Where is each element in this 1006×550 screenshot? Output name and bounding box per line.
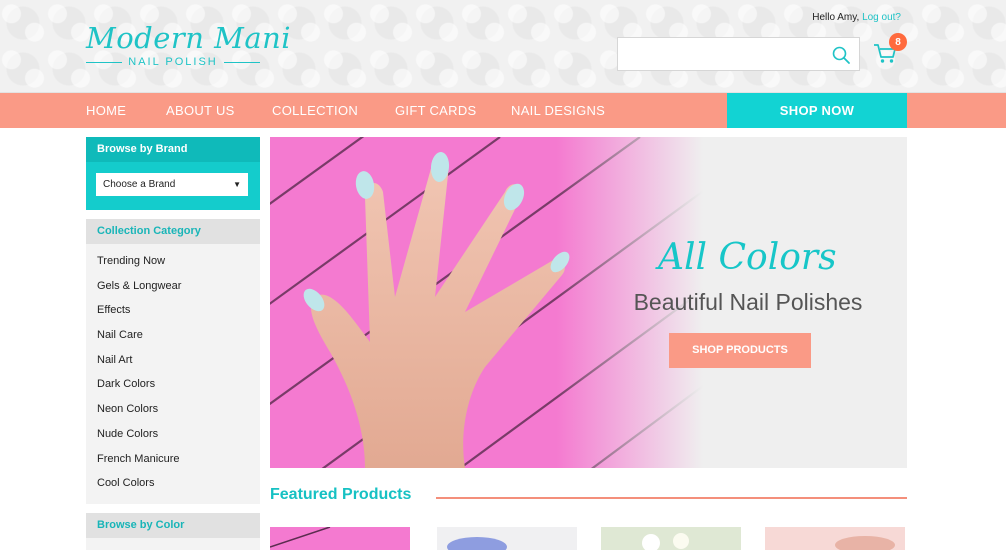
user-greeting: Hello Amy, Log out? <box>812 12 901 23</box>
category-item-cool-colors[interactable]: Cool Colors <box>86 471 260 496</box>
featured-products-title: Featured Products <box>270 486 412 503</box>
logo-tagline-row: NAIL POLISH <box>86 56 261 68</box>
hero-subtitle: Beautiful Nail Polishes <box>633 289 863 315</box>
search-icon[interactable] <box>831 45 851 65</box>
product-card-image[interactable] <box>765 527 905 550</box>
product-card-image[interactable] <box>437 527 577 550</box>
shop-products-button[interactable]: SHOP PRODUCTS <box>669 333 811 368</box>
nav-collection[interactable]: COLLECTION <box>272 93 358 128</box>
category-item-nail-care[interactable]: Nail Care <box>86 323 260 348</box>
shop-now-button[interactable]: SHOP NOW <box>727 93 907 128</box>
logo-wordmark: Modern Mani <box>86 21 292 55</box>
chevron-down-icon: ▼ <box>233 180 241 189</box>
category-item-nude-colors[interactable]: Nude Colors <box>86 422 260 447</box>
hero-script-title: All Colors <box>658 237 837 278</box>
nav-home[interactable]: HOME <box>86 93 126 128</box>
product-card-image[interactable] <box>601 527 741 550</box>
nav-gift-cards[interactable]: GIFT CARDS <box>395 93 477 128</box>
product-card-image[interactable] <box>270 527 410 550</box>
main-nav: HOME ABOUT US COLLECTION GIFT CARDS NAIL… <box>0 93 1006 128</box>
cart-count-badge: 8 <box>889 33 907 51</box>
logo-divider <box>223 61 261 63</box>
brand-select[interactable]: Choose a Brand ▼ <box>96 173 248 196</box>
greeting-text: Hello Amy, <box>812 12 860 23</box>
category-list: Trending Now Gels & Longwear Effects Nai… <box>86 244 260 496</box>
browse-by-color-panel: Browse by Color <box>86 513 260 550</box>
collection-category-title: Collection Category <box>86 219 260 244</box>
collection-category-panel: Collection Category Trending Now Gels & … <box>86 219 260 504</box>
hero-banner[interactable]: All Colors Beautiful Nail Polishes SHOP … <box>270 137 907 468</box>
logo-tagline: NAIL POLISH <box>128 56 218 68</box>
category-item-nail-art[interactable]: Nail Art <box>86 348 260 373</box>
browse-by-brand-title: Browse by Brand <box>86 137 260 162</box>
category-item-gels-longwear[interactable]: Gels & Longwear <box>86 274 260 299</box>
category-item-dark-colors[interactable]: Dark Colors <box>86 372 260 397</box>
nav-nail-designs[interactable]: NAIL DESIGNS <box>511 93 605 128</box>
logo-divider <box>86 61 123 63</box>
logout-link[interactable]: Log out? <box>862 12 901 23</box>
category-item-neon-colors[interactable]: Neon Colors <box>86 397 260 422</box>
category-item-french-manicure[interactable]: French Manicure <box>86 447 260 472</box>
search-input[interactable] <box>618 38 818 70</box>
brand-select-value: Choose a Brand <box>103 179 176 190</box>
category-item-effects[interactable]: Effects <box>86 298 260 323</box>
search-bar <box>617 37 860 71</box>
category-item-trending-now[interactable]: Trending Now <box>86 249 260 274</box>
logo[interactable]: Modern Mani NAIL POLISH <box>86 21 292 68</box>
browse-by-brand-panel: Browse by Brand Choose a Brand ▼ <box>86 137 260 210</box>
site-header: Modern Mani NAIL POLISH Hello Amy, Log o… <box>0 0 1006 93</box>
featured-divider <box>436 497 907 499</box>
nav-about-us[interactable]: ABOUT US <box>166 93 235 128</box>
browse-by-color-title: Browse by Color <box>86 513 260 538</box>
